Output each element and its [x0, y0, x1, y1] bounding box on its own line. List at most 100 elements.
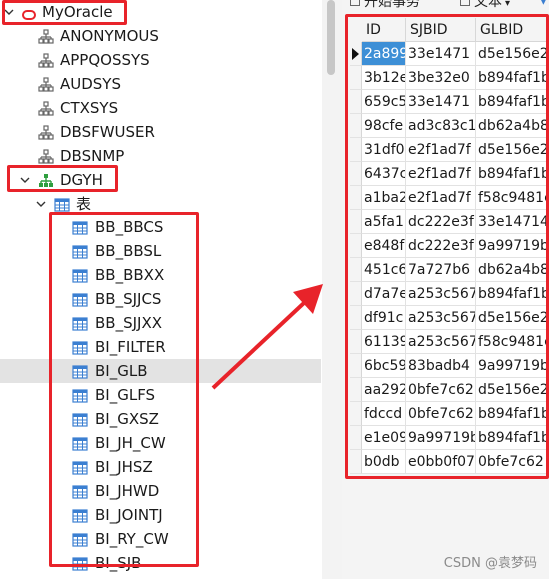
table-row[interactable]: e848f dc222e3f 9a99719b	[350, 234, 549, 258]
row-header[interactable]	[350, 234, 362, 258]
cell-glbid[interactable]: 0bfe7c62	[476, 450, 549, 474]
tree-node-table[interactable]: BI_JH_CW	[0, 431, 200, 455]
cell-id[interactable]: df91c	[362, 306, 406, 330]
cell-id[interactable]: aa292	[362, 378, 406, 402]
chevron-down-icon[interactable]	[2, 0, 16, 24]
cell-glbid[interactable]: f58c9481e	[476, 186, 549, 210]
table-row[interactable]: fdccd 0bfe7c62 b894faf1b	[350, 402, 549, 426]
row-header[interactable]	[350, 210, 362, 234]
cell-glbid[interactable]: b894faf1b	[476, 66, 549, 90]
row-header[interactable]	[350, 306, 362, 330]
column-header-glbid[interactable]: GLBID	[476, 18, 549, 42]
cell-id[interactable]: e848f	[362, 234, 406, 258]
cell-sjbid[interactable]: 33e1471	[406, 42, 476, 66]
cell-glbid[interactable]: d5e156e2	[476, 138, 549, 162]
row-header[interactable]	[350, 90, 362, 114]
cell-id[interactable]: 6437c	[362, 162, 406, 186]
tree-node-table[interactable]: BB_BBCS	[0, 215, 200, 239]
chevron-down-icon[interactable]	[34, 192, 48, 216]
cell-id[interactable]: d7a7e	[362, 282, 406, 306]
cell-sjbid[interactable]: e2f1ad7f	[406, 138, 476, 162]
cell-sjbid[interactable]: 7a727b6	[406, 258, 476, 282]
cell-id[interactable]: 98cfe	[362, 114, 406, 138]
tree-node-table[interactable]: BI_JHWD	[0, 479, 200, 503]
row-header[interactable]	[350, 258, 362, 282]
table-row[interactable]: 61139 a253c567 f58c9481e	[350, 330, 549, 354]
tree-node-table[interactable]: BB_SJJXX	[0, 311, 200, 335]
cell-sjbid[interactable]: e2f1ad7f	[406, 162, 476, 186]
cell-glbid[interactable]: db62a4b8	[476, 258, 549, 282]
row-header[interactable]	[350, 114, 362, 138]
cell-glbid[interactable]: 33e14714	[476, 210, 549, 234]
row-header[interactable]	[350, 426, 362, 450]
table-row[interactable]: e1e09 9a99719b b894faf1b	[350, 426, 549, 450]
chevron-down-icon[interactable]	[18, 168, 32, 192]
cell-glbid[interactable]: b894faf1b	[476, 426, 549, 450]
table-row[interactable]: 31df0 e2f1ad7f d5e156e2	[350, 138, 549, 162]
cell-id[interactable]: 2a899	[362, 42, 406, 66]
table-row[interactable]: 98cfe ad3c83c1 db62a4b8	[350, 114, 549, 138]
cell-id[interactable]: a1ba2	[362, 186, 406, 210]
table-row[interactable]: 3b12e 3be32e0 b894faf1b	[350, 66, 549, 90]
tree-node-table[interactable]: BB_BBXX	[0, 263, 200, 287]
cell-glbid[interactable]: 9a99719b	[476, 354, 549, 378]
table-row[interactable]: 6437c e2f1ad7f b894faf1b	[350, 162, 549, 186]
table-row[interactable]: a1ba2 e2f1ad7f f58c9481e	[350, 186, 549, 210]
tree-node-table[interactable]: BI_JHSZ	[0, 455, 200, 479]
table-row[interactable]: 451c6 7a727b6 db62a4b8	[350, 258, 549, 282]
cell-id[interactable]: e1e09	[362, 426, 406, 450]
tree-node-user[interactable]: APPQOSSYS	[0, 48, 200, 72]
cell-glbid[interactable]: db62a4b8	[476, 114, 549, 138]
tree-node-table[interactable]: BI_GLFS	[0, 383, 200, 407]
tree-node-table[interactable]: BI_FILTER	[0, 335, 200, 359]
column-header-sjbid[interactable]: SJBID	[406, 18, 476, 42]
cell-glbid[interactable]: b894faf1b	[476, 162, 549, 186]
row-header[interactable]	[350, 354, 362, 378]
table-row[interactable]: d7a7e a253c567 b894faf1b	[350, 282, 549, 306]
cell-sjbid[interactable]: a253c567	[406, 330, 476, 354]
table-row[interactable]: a5fa1 dc222e3f 33e14714	[350, 210, 549, 234]
cell-sjbid[interactable]: ad3c83c1	[406, 114, 476, 138]
tree-node-table[interactable]: BB_BBSL	[0, 239, 200, 263]
cell-id[interactable]: b0db	[362, 450, 406, 474]
cell-sjbid[interactable]: e2f1ad7f	[406, 186, 476, 210]
row-header[interactable]	[350, 138, 362, 162]
filter-icon[interactable]: ▼	[538, 0, 549, 7]
tree-node-user[interactable]: DBSFWUSER	[0, 120, 200, 144]
cell-id[interactable]: fdccd	[362, 402, 406, 426]
cell-sjbid[interactable]: dc222e3f	[406, 234, 476, 258]
cell-sjbid[interactable]: a253c567	[406, 282, 476, 306]
row-header[interactable]	[350, 378, 362, 402]
table-row[interactable]: 6bc59 83badb4 9a99719b	[350, 354, 549, 378]
tree-node-tables-folder[interactable]: 表	[0, 192, 140, 216]
cell-sjbid[interactable]: 0bfe7c62	[406, 402, 476, 426]
tree-node-user[interactable]: DBSNMP	[0, 144, 200, 168]
tree-node-user[interactable]: CTXSYS	[0, 96, 200, 120]
row-header[interactable]	[350, 186, 362, 210]
table-row[interactable]: aa292 0bfe7c62 d5e156e2	[350, 378, 549, 402]
row-header[interactable]	[350, 162, 362, 186]
cell-id[interactable]: a5fa1	[362, 210, 406, 234]
tree-node-connection[interactable]: MyOracle	[0, 0, 140, 24]
table-row[interactable]: df91c a253c567 d5e156e2	[350, 306, 549, 330]
tree-node-table[interactable]: BI_GXSZ	[0, 407, 200, 431]
row-header[interactable]	[350, 42, 362, 66]
cell-sjbid[interactable]: 9a99719b	[406, 426, 476, 450]
cell-sjbid[interactable]: 83badb4	[406, 354, 476, 378]
table-row[interactable]: b0db e0bb0f07 0bfe7c62	[350, 450, 549, 474]
tree-node-user[interactable]: AUDSYS	[0, 72, 200, 96]
cell-glbid[interactable]: 9a99719b	[476, 234, 549, 258]
cell-sjbid[interactable]: 3be32e0	[406, 66, 476, 90]
tree-node-table[interactable]: BI_RY_CW	[0, 527, 200, 551]
tree-node-table[interactable]: BB_SJJCS	[0, 287, 200, 311]
cell-glbid[interactable]: d5e156e2	[476, 378, 549, 402]
table-row[interactable]: 2a899 33e1471 d5e156e2	[350, 42, 549, 66]
row-header[interactable]	[350, 450, 362, 474]
cell-sjbid[interactable]: 0bfe7c62	[406, 378, 476, 402]
cell-id[interactable]: 659c5	[362, 90, 406, 114]
row-header[interactable]	[350, 330, 362, 354]
cell-id[interactable]: 451c6	[362, 258, 406, 282]
cell-sjbid[interactable]: 33e1471	[406, 90, 476, 114]
cell-sjbid[interactable]: a253c567	[406, 306, 476, 330]
tree-node-table[interactable]: BI_JOINTJ	[0, 503, 200, 527]
